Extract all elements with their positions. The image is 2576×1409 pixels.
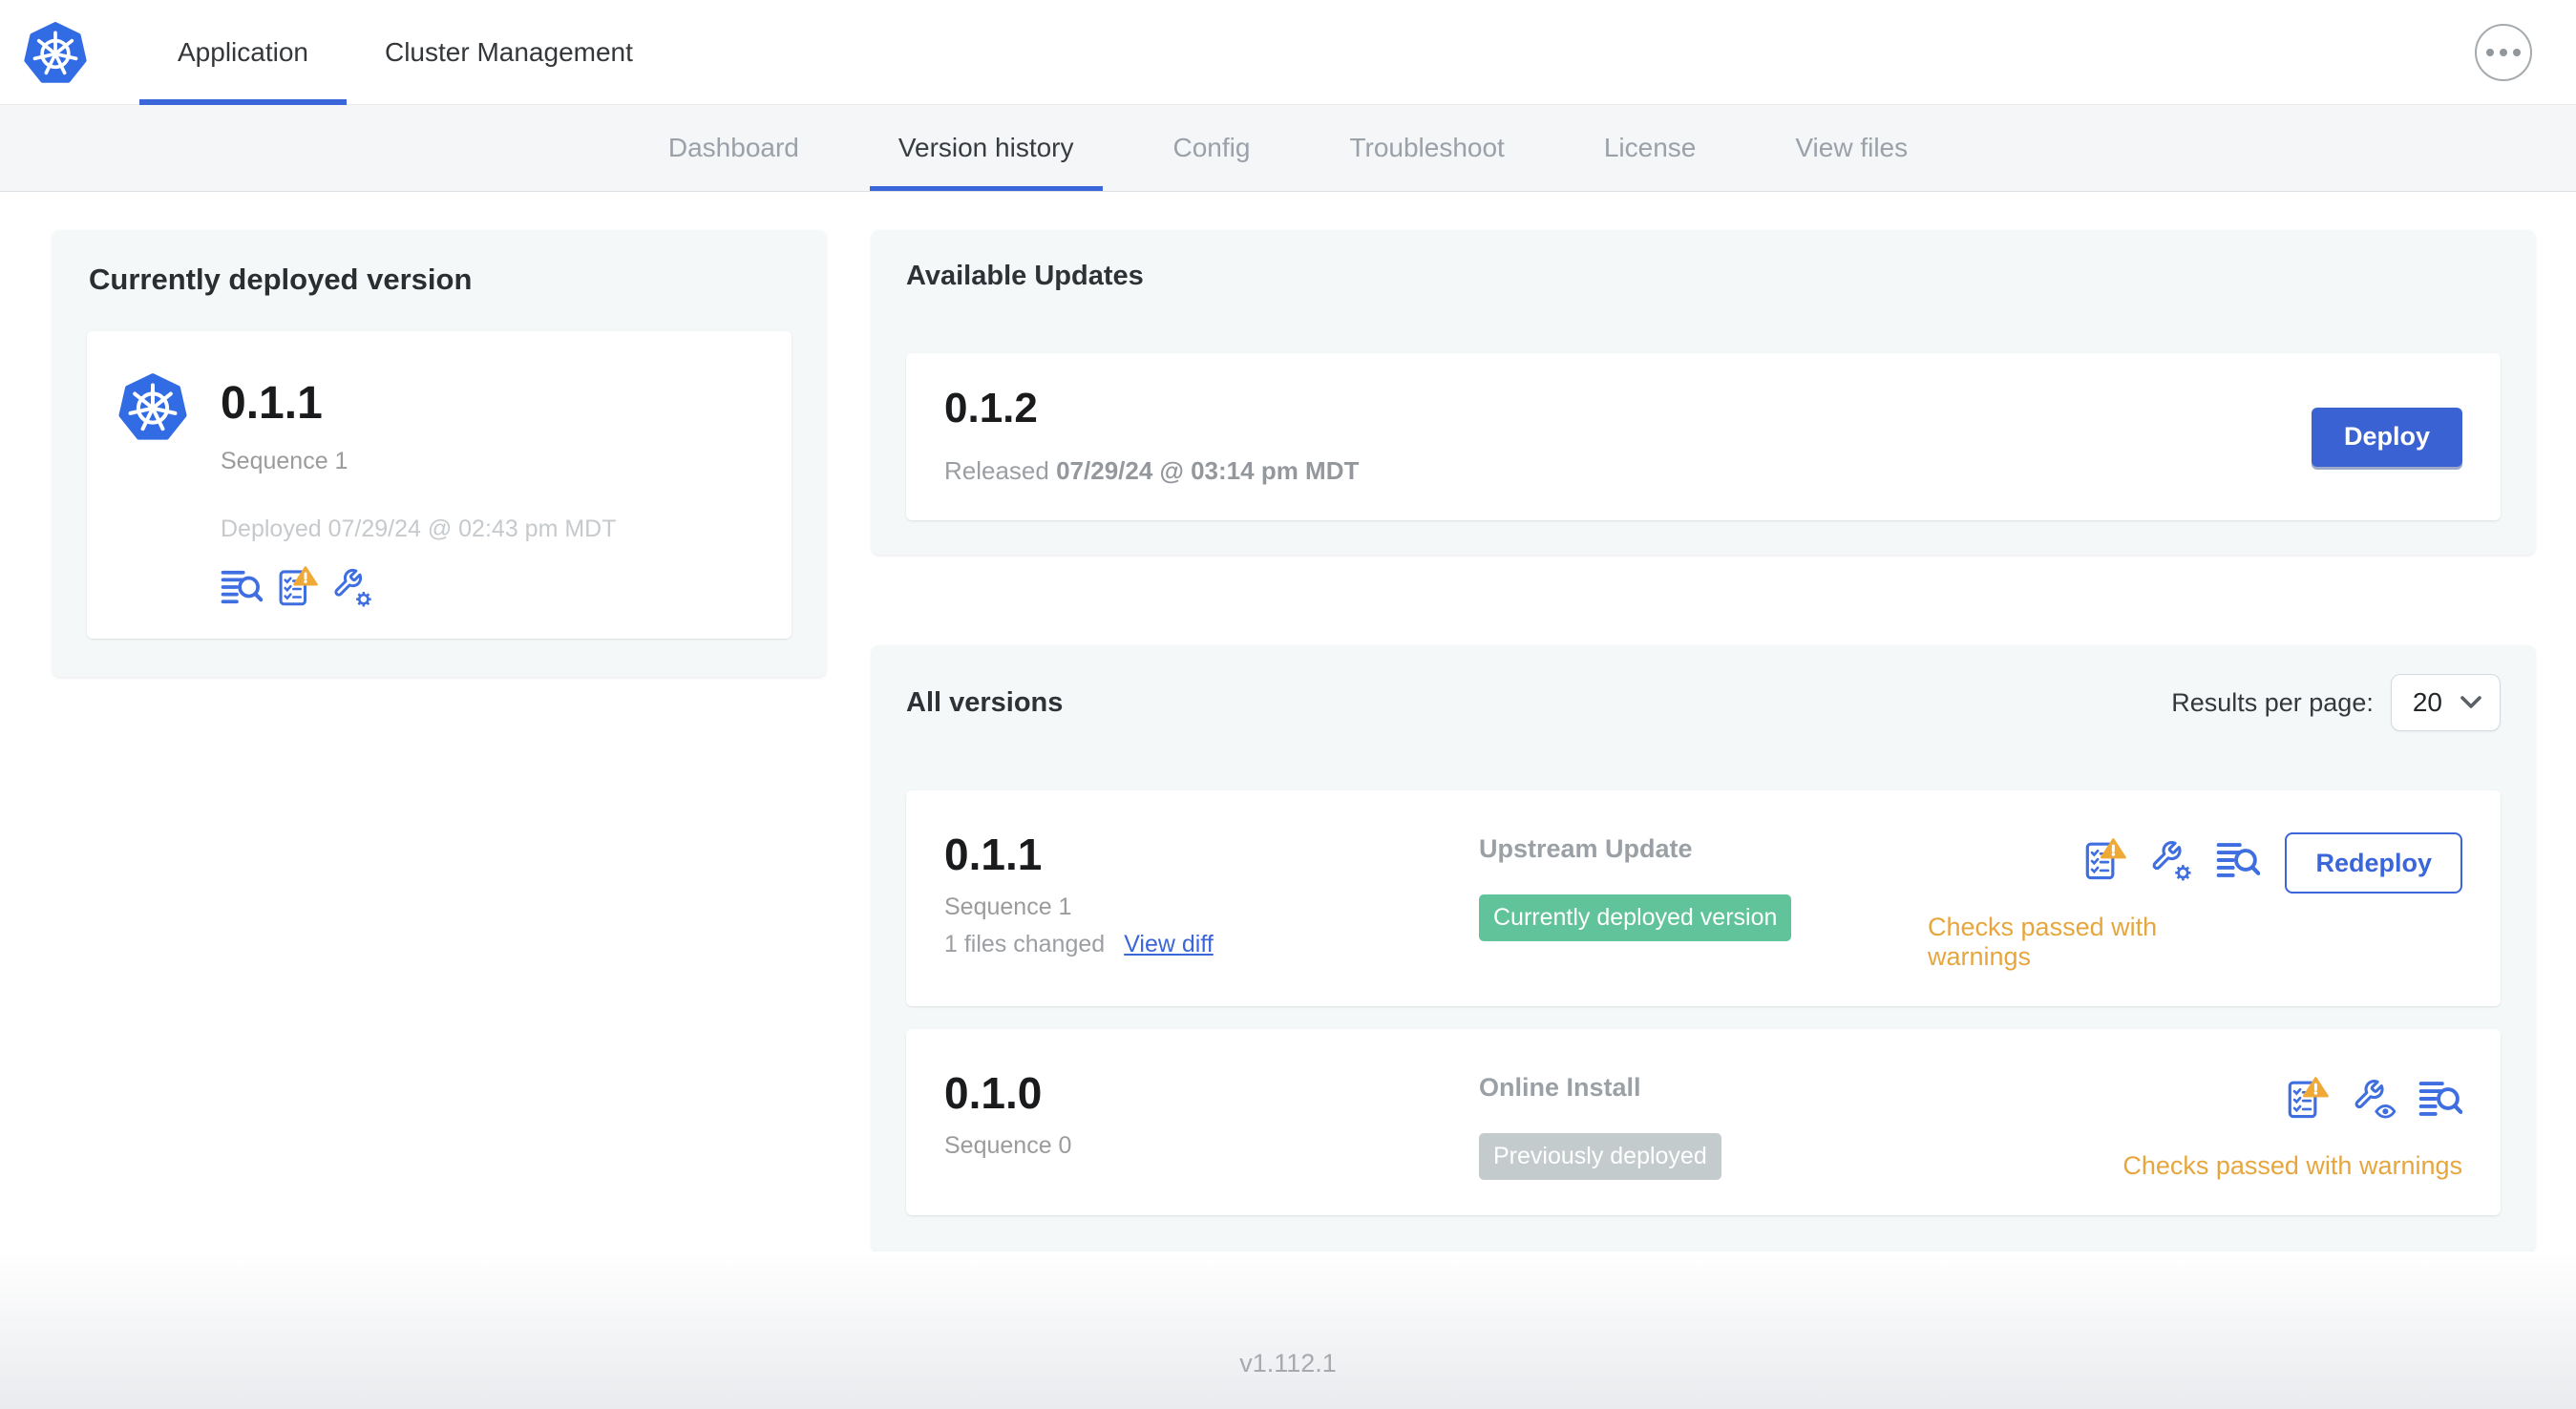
source-label: Upstream Update [1479, 834, 1693, 863]
deployed-status-badge: Currently deployed version [1479, 894, 1792, 941]
deployed-action-icons [221, 566, 617, 608]
deploy-logs-icon[interactable] [221, 566, 263, 608]
tab-config[interactable]: Config [1124, 105, 1300, 191]
ellipsis-icon [2513, 48, 2521, 56]
deploy-logs-icon[interactable] [2216, 838, 2260, 882]
files-changed-row: 1 files changed View diff [944, 931, 1479, 958]
tab-version-history[interactable]: Version history [849, 105, 1124, 191]
preflight-checks-warning-icon[interactable] [276, 566, 318, 608]
version-row-info: 0.1.1 Sequence 1 1 files changed View di… [944, 832, 1479, 958]
tab-cluster-management-label: Cluster Management [384, 36, 633, 67]
actions-group: Checks passed with warnings Redeploy [1928, 832, 2462, 972]
version-row-source: Online Install Previously deployed [1479, 1071, 1928, 1180]
update-version-number: 0.1.2 [944, 385, 1038, 431]
results-per-page-value: 20 [2412, 687, 2442, 717]
all-versions-header: All versions Results per page: 20 [906, 674, 2501, 731]
view-config-icon[interactable] [2352, 1077, 2396, 1121]
ellipsis-icon [2486, 48, 2494, 56]
icons-and-status: Checks passed with warnings [1928, 832, 2260, 972]
tab-troubleshoot-label: Troubleshoot [1349, 133, 1505, 162]
tab-application[interactable]: Application [139, 0, 347, 105]
currently-deployed-panel: Currently deployed version 0.1.1 Sequenc… [53, 230, 826, 677]
update-info: 0.1.2 Released 07/29/24 @ 03:14 pm MDT [944, 388, 1359, 486]
ellipsis-icon [2500, 48, 2507, 56]
version-row-0-1-0: 0.1.0 Sequence 0 Online Install Previous… [906, 1029, 2501, 1215]
console-version: v1.112.1 [1239, 1349, 1337, 1377]
kubernetes-logo-icon [23, 20, 88, 85]
app-subnav: Dashboard Version history Config Trouble… [0, 105, 2576, 192]
kubernetes-logo [23, 0, 88, 104]
update-released-timestamp: Released 07/29/24 @ 03:14 pm MDT [944, 456, 1359, 486]
redeploy-button[interactable]: Redeploy [2285, 832, 2462, 894]
deployed-timestamp: Deployed 07/29/24 @ 02:43 pm MDT [221, 515, 617, 542]
app-kubernetes-icon [117, 371, 188, 442]
version-row-source: Upstream Update Currently deployed versi… [1479, 832, 1928, 941]
tab-dashboard-label: Dashboard [667, 133, 799, 162]
row-action-icons [2285, 1077, 2462, 1121]
deployed-version-number: 0.1.1 [221, 378, 323, 429]
available-update-card: 0.1.2 Released 07/29/24 @ 03:14 pm MDT D… [906, 353, 2501, 520]
released-date: 07/29/24 @ 03:14 pm MDT [1056, 456, 1360, 485]
tab-version-history-label: Version history [897, 133, 1074, 162]
tab-view-files-label: View files [1795, 133, 1909, 162]
page-footer: v1.112.1 [0, 1251, 2576, 1409]
tab-view-files[interactable]: View files [1745, 105, 1957, 191]
header-tabs: Application Cluster Management [139, 0, 671, 105]
available-updates-title: Available Updates [906, 261, 1144, 291]
all-versions-title: All versions [906, 686, 1064, 718]
row-version-number: 0.1.0 [944, 1068, 1043, 1118]
deploy-button[interactable]: Deploy [2311, 407, 2462, 467]
preflight-checks-warning-icon[interactable] [2082, 838, 2126, 882]
tab-config-label: Config [1172, 133, 1251, 162]
currently-deployed-card: 0.1.1 Sequence 1 Deployed 07/29/24 @ 02:… [87, 331, 792, 639]
tab-troubleshoot[interactable]: Troubleshoot [1299, 105, 1553, 191]
tab-license-label: License [1603, 133, 1697, 162]
tab-dashboard[interactable]: Dashboard [619, 105, 849, 191]
version-row-0-1-1: 0.1.1 Sequence 1 1 files changed View di… [906, 790, 2501, 1006]
deployed-info: 0.1.1 Sequence 1 Deployed 07/29/24 @ 02:… [221, 369, 617, 608]
version-row-info: 0.1.0 Sequence 0 [944, 1071, 1479, 1160]
preflight-status-text: Checks passed with warnings [2122, 1151, 2462, 1180]
main-content: Currently deployed version 0.1.1 Sequenc… [0, 192, 2576, 1251]
more-options-button[interactable] [2475, 23, 2532, 81]
deployed-status-badge: Previously deployed [1479, 1133, 1721, 1180]
edit-config-icon[interactable] [331, 566, 373, 608]
row-sequence: Sequence 0 [944, 1132, 1072, 1159]
preflight-checks-warning-icon[interactable] [2285, 1077, 2329, 1121]
available-updates-panel: Available Updates 0.1.2 Released 07/29/2… [872, 230, 2535, 555]
deployed-sequence: Sequence 1 [221, 448, 348, 474]
version-row-actions: Checks passed with warnings [1928, 1071, 2462, 1181]
right-column: Available Updates 0.1.2 Released 07/29/2… [872, 230, 2535, 1251]
results-per-page-select[interactable]: 20 [2390, 674, 2501, 731]
app-header: Application Cluster Management [0, 0, 2576, 105]
results-per-page: Results per page: 20 [2171, 674, 2501, 731]
files-changed-label: 1 files changed [944, 931, 1106, 957]
all-versions-panel: All versions Results per page: 20 0.1.1 … [872, 645, 2535, 1251]
deploy-logs-icon[interactable] [2418, 1077, 2462, 1121]
version-row-actions: Checks passed with warnings Redeploy [1928, 832, 2462, 972]
results-per-page-label: Results per page: [2171, 687, 2374, 717]
row-version-number: 0.1.1 [944, 830, 1043, 879]
currently-deployed-title: Currently deployed version [89, 263, 473, 296]
preflight-status-text: Checks passed with warnings [1928, 913, 2158, 971]
edit-config-icon[interactable] [2149, 838, 2193, 882]
tab-cluster-management[interactable]: Cluster Management [347, 0, 671, 104]
view-diff-link[interactable]: View diff [1124, 931, 1214, 958]
chevron-down-icon [2460, 695, 2482, 710]
row-sequence: Sequence 1 [944, 894, 1072, 920]
tab-license[interactable]: License [1554, 105, 1746, 191]
row-action-icons [2082, 838, 2260, 882]
released-label: Released [944, 456, 1049, 485]
tab-application-label: Application [178, 36, 308, 67]
source-label: Online Install [1479, 1073, 1641, 1102]
